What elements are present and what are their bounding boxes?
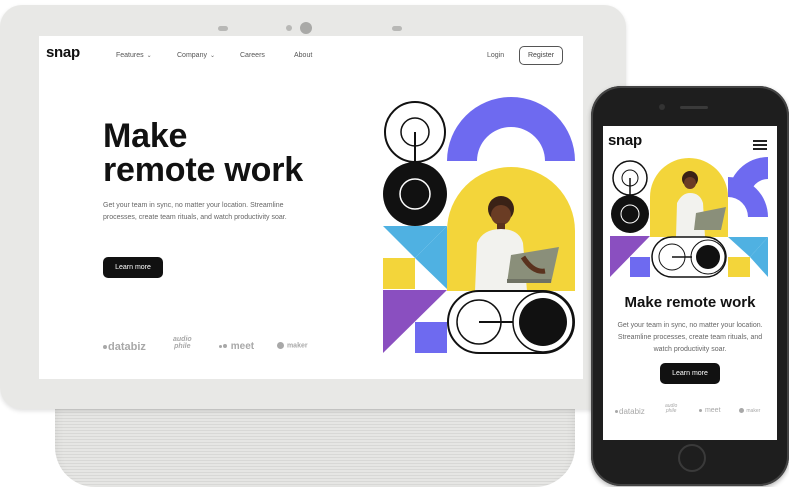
maker-logo: maker [277, 342, 308, 349]
snap-logo[interactable]: snap [46, 44, 80, 61]
register-button[interactable]: Register [519, 46, 563, 65]
mobile-hero-subtitle: Get your team in sync, no matter your lo… [617, 322, 763, 353]
sensor-right [392, 26, 402, 31]
chevron-down-icon: ⌄ [146, 53, 152, 59]
mobile-learn-more-button[interactable]: Learn more [660, 363, 720, 384]
hero-title: Make remote work [103, 117, 303, 189]
snap-logo-mobile[interactable]: snap [608, 132, 642, 149]
hero-subtitle: Get your team in sync, no matter your lo… [103, 202, 287, 221]
chevron-down-icon: ⌄ [209, 53, 215, 59]
audiophile-logo: audio phile [665, 403, 678, 414]
device-speaker-base [55, 397, 575, 487]
hamburger-icon[interactable] [753, 140, 767, 150]
sensor-left [218, 26, 228, 31]
learn-more-button[interactable]: Learn more [103, 257, 163, 278]
client-logos: databiz audio phile meet maker [103, 336, 323, 356]
login-link[interactable]: Login [487, 52, 504, 59]
purple-square [415, 322, 447, 353]
desktop-navbar: snap Features ⌄ Company ⌄ Careers About Lo… [39, 36, 583, 76]
nav-features[interactable]: Features ⌄ [116, 52, 152, 59]
meet-logo: meet [699, 407, 721, 414]
black-dot [519, 298, 567, 346]
databiz-logo: databiz [103, 341, 146, 353]
meet-logo: meet [219, 341, 254, 352]
maker-logo: maker [739, 408, 760, 414]
yellow-square [383, 258, 415, 289]
mobile-screen: snap Make remote work Get your team in s… [603, 126, 777, 440]
sensor-small [286, 25, 292, 31]
front-camera-icon [659, 104, 665, 110]
nav-about[interactable]: About [294, 52, 312, 59]
nav-company[interactable]: Company ⌄ [177, 52, 215, 59]
purple-arch [447, 97, 575, 161]
mobile-client-logos: databiz audio phile meet maker [615, 404, 770, 418]
mobile-hero-title: Make remote work [624, 294, 756, 311]
camera-icon [300, 22, 312, 34]
nav-careers[interactable]: Careers [240, 52, 265, 59]
mobile-hero-illustration [610, 157, 768, 278]
earpiece [680, 106, 708, 109]
desktop-screen: snap Features ⌄ Company ⌄ Careers About Lo… [39, 36, 583, 379]
hero-illustration [383, 97, 575, 354]
databiz-logo: databiz [615, 407, 645, 416]
home-button[interactable] [678, 444, 706, 472]
audiophile-logo: audio phile [173, 336, 192, 350]
black-circle [383, 162, 447, 226]
